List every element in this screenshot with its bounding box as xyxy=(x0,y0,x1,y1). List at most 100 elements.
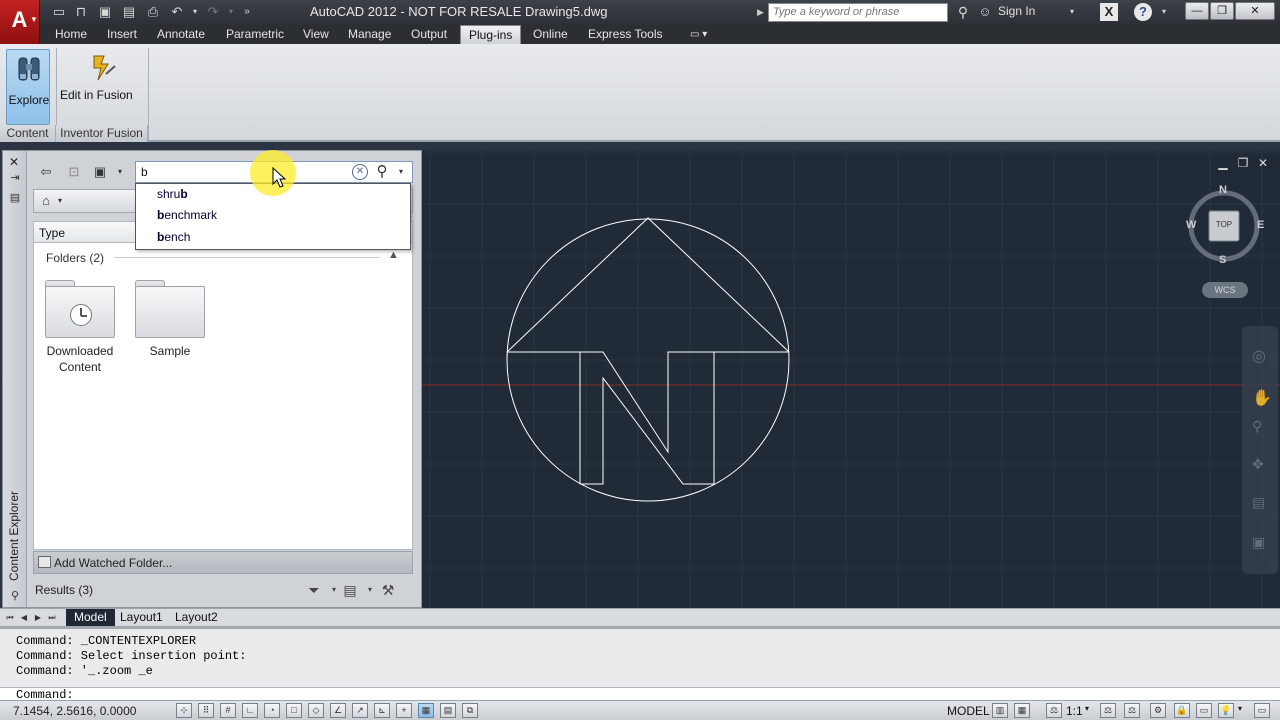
orbit-icon[interactable]: ✥ xyxy=(1252,456,1264,473)
help-search-input[interactable]: Type a keyword or phrase xyxy=(768,3,948,22)
viewport-close-icon[interactable]: ✕ xyxy=(1256,156,1270,170)
compass-west[interactable]: W xyxy=(1186,219,1196,231)
dynamic-input-icon[interactable]: ⊾ xyxy=(374,703,390,718)
new-icon[interactable]: ▭ xyxy=(50,3,68,21)
ortho-mode-icon[interactable]: ∟ xyxy=(242,703,258,718)
suggestion-item[interactable]: benchmark xyxy=(157,205,217,225)
viewport-minimize-icon[interactable]: ▁ xyxy=(1216,156,1230,170)
tab-insert[interactable]: Insert xyxy=(99,25,145,44)
undo-dropdown-icon[interactable]: ▾ xyxy=(186,3,204,21)
save-search-icon[interactable]: ▣ xyxy=(91,163,109,181)
viewport-restore-icon[interactable]: ❐ xyxy=(1236,156,1250,170)
compass-east[interactable]: E xyxy=(1257,219,1264,231)
edit-in-fusion-button[interactable]: Edit in Fusion xyxy=(60,88,133,102)
search-icon[interactable]: ⚲ xyxy=(373,163,391,181)
suggestion-item[interactable]: shrub xyxy=(157,184,188,204)
tab-online[interactable]: Online xyxy=(525,25,576,44)
home-dropdown-icon[interactable]: ▾ xyxy=(58,193,62,209)
home-icon[interactable]: ⌂ xyxy=(38,193,54,209)
customize-toolbar-icon[interactable]: » xyxy=(238,3,256,21)
quick-view-drawings-icon[interactable]: ▦ xyxy=(1014,703,1030,718)
object-snap-tracking-icon[interactable]: ∠ xyxy=(330,703,346,718)
sign-in-dropdown-icon[interactable]: ▾ xyxy=(1063,3,1081,21)
allow-ucs-icon[interactable]: ↗ xyxy=(352,703,368,718)
next-layout-icon[interactable]: ▶ xyxy=(32,611,44,624)
filter-icon[interactable]: ⏷ xyxy=(305,582,323,598)
open-icon[interactable]: ⊓ xyxy=(72,3,90,21)
status-bar-menu-icon[interactable]: ▾ xyxy=(1238,704,1242,713)
object-snap-icon[interactable]: □ xyxy=(286,703,302,718)
showmotion-icon[interactable]: ▤ xyxy=(1252,494,1265,511)
infer-constraints-icon[interactable]: ⊹ xyxy=(176,703,192,718)
tab-manage[interactable]: Manage xyxy=(340,25,399,44)
folder-label-downloaded-content[interactable]: Downloaded Content xyxy=(30,343,130,375)
clear-search-icon[interactable]: ✕ xyxy=(352,164,368,180)
tab-layout2[interactable]: Layout2 xyxy=(167,609,226,626)
3d-object-snap-icon[interactable]: ◇ xyxy=(308,703,324,718)
tab-model[interactable]: Model xyxy=(66,609,115,626)
help-icon[interactable]: ? xyxy=(1134,3,1152,21)
save-search-dropdown-icon[interactable]: ▾ xyxy=(111,163,129,181)
workspace-switching-icon[interactable]: ⚙ xyxy=(1150,703,1166,718)
collapse-group-icon[interactable]: ▲ xyxy=(388,249,399,261)
hardware-acceleration-icon[interactable]: ▭ xyxy=(1196,703,1212,718)
auto-scale-icon[interactable]: ⚖ xyxy=(1124,703,1140,718)
compass-north[interactable]: N xyxy=(1219,184,1227,196)
tab-plug-ins[interactable]: Plug-ins xyxy=(460,25,522,44)
clean-screen-icon[interactable]: ▭ xyxy=(1254,703,1270,718)
annotation-scale-dropdown-icon[interactable]: ▾ xyxy=(1085,704,1089,713)
autohide-icon[interactable]: ⇥ xyxy=(8,171,22,185)
annotation-scale-value[interactable]: 1:1 xyxy=(1066,704,1083,718)
annotation-scale-icon[interactable]: ⚖ xyxy=(1046,703,1062,718)
polar-tracking-icon[interactable]: ◔ xyxy=(264,703,280,718)
first-layout-icon[interactable]: ⏮ xyxy=(4,611,16,624)
back-icon[interactable]: ⇦ xyxy=(37,163,55,181)
tab-output[interactable]: Output xyxy=(403,25,455,44)
suggestion-item[interactable]: bench xyxy=(157,227,190,247)
explore-button[interactable]: Explore xyxy=(6,49,50,125)
restore-button[interactable]: ❐ xyxy=(1210,2,1234,20)
drawing-canvas[interactable]: ▁ ❐ ✕ TOP N S E W WCS ◎ ✋ ⚲ ✥ ▤ ▣ xyxy=(422,150,1280,608)
pan-icon[interactable]: ✋ xyxy=(1252,388,1272,408)
viewcube[interactable]: TOP N S E W WCS xyxy=(1184,184,1264,304)
ucs-menu-button[interactable]: WCS xyxy=(1202,282,1248,298)
save-as-icon[interactable]: ▤ xyxy=(120,3,138,21)
save-icon[interactable]: ▣ xyxy=(96,3,114,21)
steering-wheel-icon[interactable]: ◎ xyxy=(1252,346,1266,366)
search-options-dropdown-icon[interactable]: ▾ xyxy=(399,163,403,181)
view-options-dropdown-icon[interactable]: ▾ xyxy=(361,582,379,598)
add-watched-folder-button[interactable]: Add Watched Folder... xyxy=(33,551,413,574)
coordinate-readout[interactable]: 7.1454, 2.5616, 0.0000 xyxy=(13,704,136,718)
redo-icon[interactable]: ↷ xyxy=(204,3,222,21)
tab-annotate[interactable]: Annotate xyxy=(149,25,213,44)
up-folder-icon[interactable]: ⊡ xyxy=(65,163,83,181)
lock-ui-icon[interactable]: 🔒 xyxy=(1174,703,1190,718)
folder-label-sample[interactable]: Sample xyxy=(120,343,220,359)
application-menu-button[interactable]: A ▼ xyxy=(0,0,40,44)
ribbon-minimize-icon[interactable]: ▭ ▾ xyxy=(682,25,715,44)
prev-layout-icon[interactable]: ◀ xyxy=(18,611,30,624)
compass-south[interactable]: S xyxy=(1219,254,1226,266)
zoom-icon[interactable]: ⚲ xyxy=(1252,418,1262,435)
view-options-icon[interactable]: ▤ xyxy=(341,582,359,598)
palette-close-icon[interactable]: ✕ xyxy=(9,155,19,169)
transparency-icon[interactable]: ▦ xyxy=(418,703,434,718)
navbar-options-icon[interactable]: ▣ xyxy=(1252,534,1265,551)
fusion-icon[interactable] xyxy=(88,52,118,84)
tab-home[interactable]: Home xyxy=(47,25,95,44)
isolate-objects-icon[interactable]: 💡 xyxy=(1218,703,1234,718)
selection-cycling-icon[interactable]: ⧉ xyxy=(462,703,478,718)
quick-properties-icon[interactable]: ▤ xyxy=(440,703,456,718)
binoculars-icon[interactable]: ⚲ xyxy=(954,3,972,21)
tab-parametric[interactable]: Parametric xyxy=(218,25,292,44)
last-layout-icon[interactable]: ⏭ xyxy=(46,611,58,624)
print-icon[interactable]: ⎙ xyxy=(144,3,162,21)
sign-in-link[interactable]: Sign In xyxy=(998,4,1035,18)
close-button[interactable]: ✕ xyxy=(1235,2,1275,20)
tab-layout1[interactable]: Layout1 xyxy=(112,609,171,626)
folder-downloaded-content[interactable] xyxy=(45,280,115,338)
viewcube-face-top[interactable]: TOP xyxy=(1210,220,1238,229)
quick-view-layouts-icon[interactable]: ▥ xyxy=(992,703,1008,718)
minimize-button[interactable]: — xyxy=(1185,2,1209,20)
settings-wrench-icon[interactable]: ⚒ xyxy=(379,582,397,598)
